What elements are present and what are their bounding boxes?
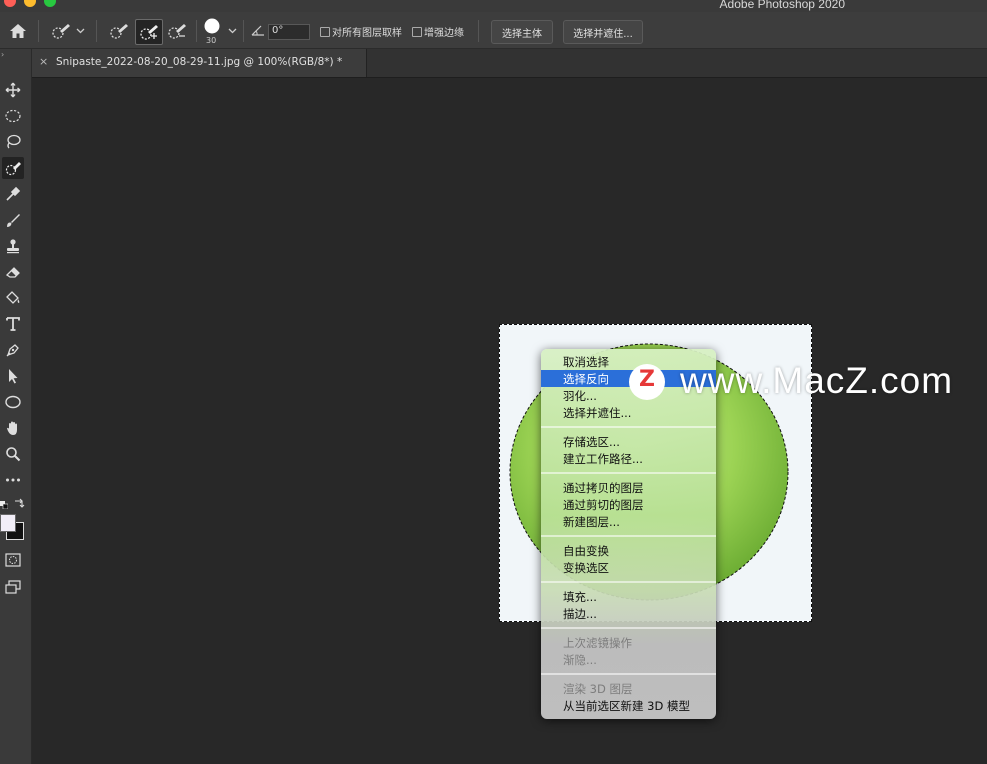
screen-mode-icon[interactable] (2, 576, 24, 598)
zoom-tool-icon[interactable] (2, 443, 24, 465)
document-tab-bar: × Snipaste_2022-08-20_08-29-11.jpg @ 100… (32, 49, 987, 78)
separator (96, 20, 97, 42)
menu-item-new-layer[interactable]: 新建图层... (541, 513, 716, 530)
menu-separator (541, 472, 716, 474)
watermark-logo-icon: Z (629, 364, 665, 400)
minimize-window-button[interactable] (24, 0, 36, 7)
menu-item-layer-via-copy[interactable]: 通过拷贝的图层 (541, 479, 716, 496)
separator (243, 20, 244, 42)
enhance-edge-label: 增强边缘 (424, 28, 464, 39)
menu-item-layer-via-cut[interactable]: 通过剪切的图层 (541, 496, 716, 513)
tool-preset-icon[interactable] (48, 20, 74, 42)
quick-mask-icon[interactable] (2, 549, 24, 571)
stamp-tool-icon[interactable] (2, 235, 24, 257)
angle-icon (250, 23, 266, 37)
menu-item-render-3d-layer: 渲染 3D 图层 (563, 682, 633, 696)
menu-item-stroke[interactable]: 描边... (541, 605, 716, 622)
menu-item-new-3d-from-selection[interactable]: 从当前选区新建 3D 模型 (541, 697, 716, 714)
move-tool-icon[interactable] (2, 79, 24, 101)
type-tool-icon[interactable] (2, 313, 24, 335)
menu-separator (541, 535, 716, 537)
enhance-edge-checkbox[interactable] (412, 27, 422, 37)
more-tools-icon[interactable] (2, 469, 24, 491)
select-subject-button[interactable]: 选择主体 (491, 20, 553, 44)
swap-colors-icon[interactable] (13, 498, 25, 508)
menu-separator (541, 426, 716, 428)
title-bar: Adobe Photoshop 2020 (0, 0, 987, 12)
home-icon[interactable] (6, 20, 30, 42)
angle-input[interactable]: 0° (268, 24, 310, 40)
menu-item-free-transform[interactable]: 自由变换 (541, 542, 716, 559)
watermark-text: www.MacZ.com (680, 360, 954, 401)
options-bar: 30 0° 对所有图层取样 增强边缘 选择主体 选择并遮住... (0, 12, 987, 49)
quick-selection-tool-icon[interactable] (2, 157, 24, 179)
chevron-down-icon[interactable] (226, 24, 238, 38)
context-menu: 取消选择 选择反向 羽化... 选择并遮住... 存储选区... 建立工作路径.… (541, 349, 716, 719)
menu-item-fill[interactable]: 填充... (541, 588, 716, 605)
menu-item-fade: 渐隐... (563, 653, 597, 667)
separator (196, 20, 197, 42)
foreground-color-swatch[interactable] (0, 514, 16, 532)
brush-size-preview[interactable] (203, 17, 221, 35)
menu-item-select-and-mask[interactable]: 选择并遮住... (541, 404, 716, 421)
brush-size-value: 30 (206, 36, 217, 45)
document-tab[interactable]: × Snipaste_2022-08-20_08-29-11.jpg @ 100… (32, 49, 367, 77)
sample-all-layers-label: 对所有图层取样 (332, 28, 402, 39)
pen-tool-icon[interactable] (2, 339, 24, 361)
eyedropper-tool-icon[interactable] (2, 183, 24, 205)
lasso-tool-icon[interactable] (2, 131, 24, 153)
separator (478, 20, 479, 42)
select-and-mask-button[interactable]: 选择并遮住... (563, 20, 643, 44)
subtract-from-selection-mode-icon[interactable] (164, 20, 190, 42)
chevron-down-icon[interactable] (74, 24, 86, 38)
brush-tool-icon[interactable] (2, 209, 24, 231)
app-title: Adobe Photoshop 2020 (719, 0, 845, 11)
menu-item-make-work-path[interactable]: 建立工作路径... (541, 450, 716, 467)
tools-panel: › (0, 49, 32, 764)
close-tab-icon[interactable]: × (39, 55, 48, 68)
collapse-panel-icon[interactable]: › (1, 50, 4, 59)
paint-bucket-tool-icon[interactable] (2, 287, 24, 309)
default-colors-icon[interactable] (0, 499, 9, 510)
menu-separator (541, 627, 716, 629)
path-selection-tool-icon[interactable] (2, 365, 24, 387)
zoom-window-button[interactable] (44, 0, 56, 7)
close-window-button[interactable] (4, 0, 16, 7)
marquee-tool-icon[interactable] (2, 105, 24, 127)
sample-all-layers-checkbox[interactable] (320, 27, 330, 37)
menu-separator (541, 581, 716, 583)
menu-item-save-selection[interactable]: 存储选区... (541, 433, 716, 450)
separator (38, 20, 39, 42)
ellipse-tool-icon[interactable] (2, 391, 24, 413)
new-selection-mode-icon[interactable] (106, 20, 132, 42)
add-to-selection-mode-icon[interactable] (135, 19, 163, 45)
hand-tool-icon[interactable] (2, 417, 24, 439)
menu-separator (541, 673, 716, 675)
menu-item-last-filter: 上次滤镜操作 (563, 636, 632, 650)
eraser-tool-icon[interactable] (2, 261, 24, 283)
menu-item-transform-selection[interactable]: 变换选区 (541, 559, 716, 576)
document-tab-title: Snipaste_2022-08-20_08-29-11.jpg @ 100%(… (56, 56, 343, 68)
